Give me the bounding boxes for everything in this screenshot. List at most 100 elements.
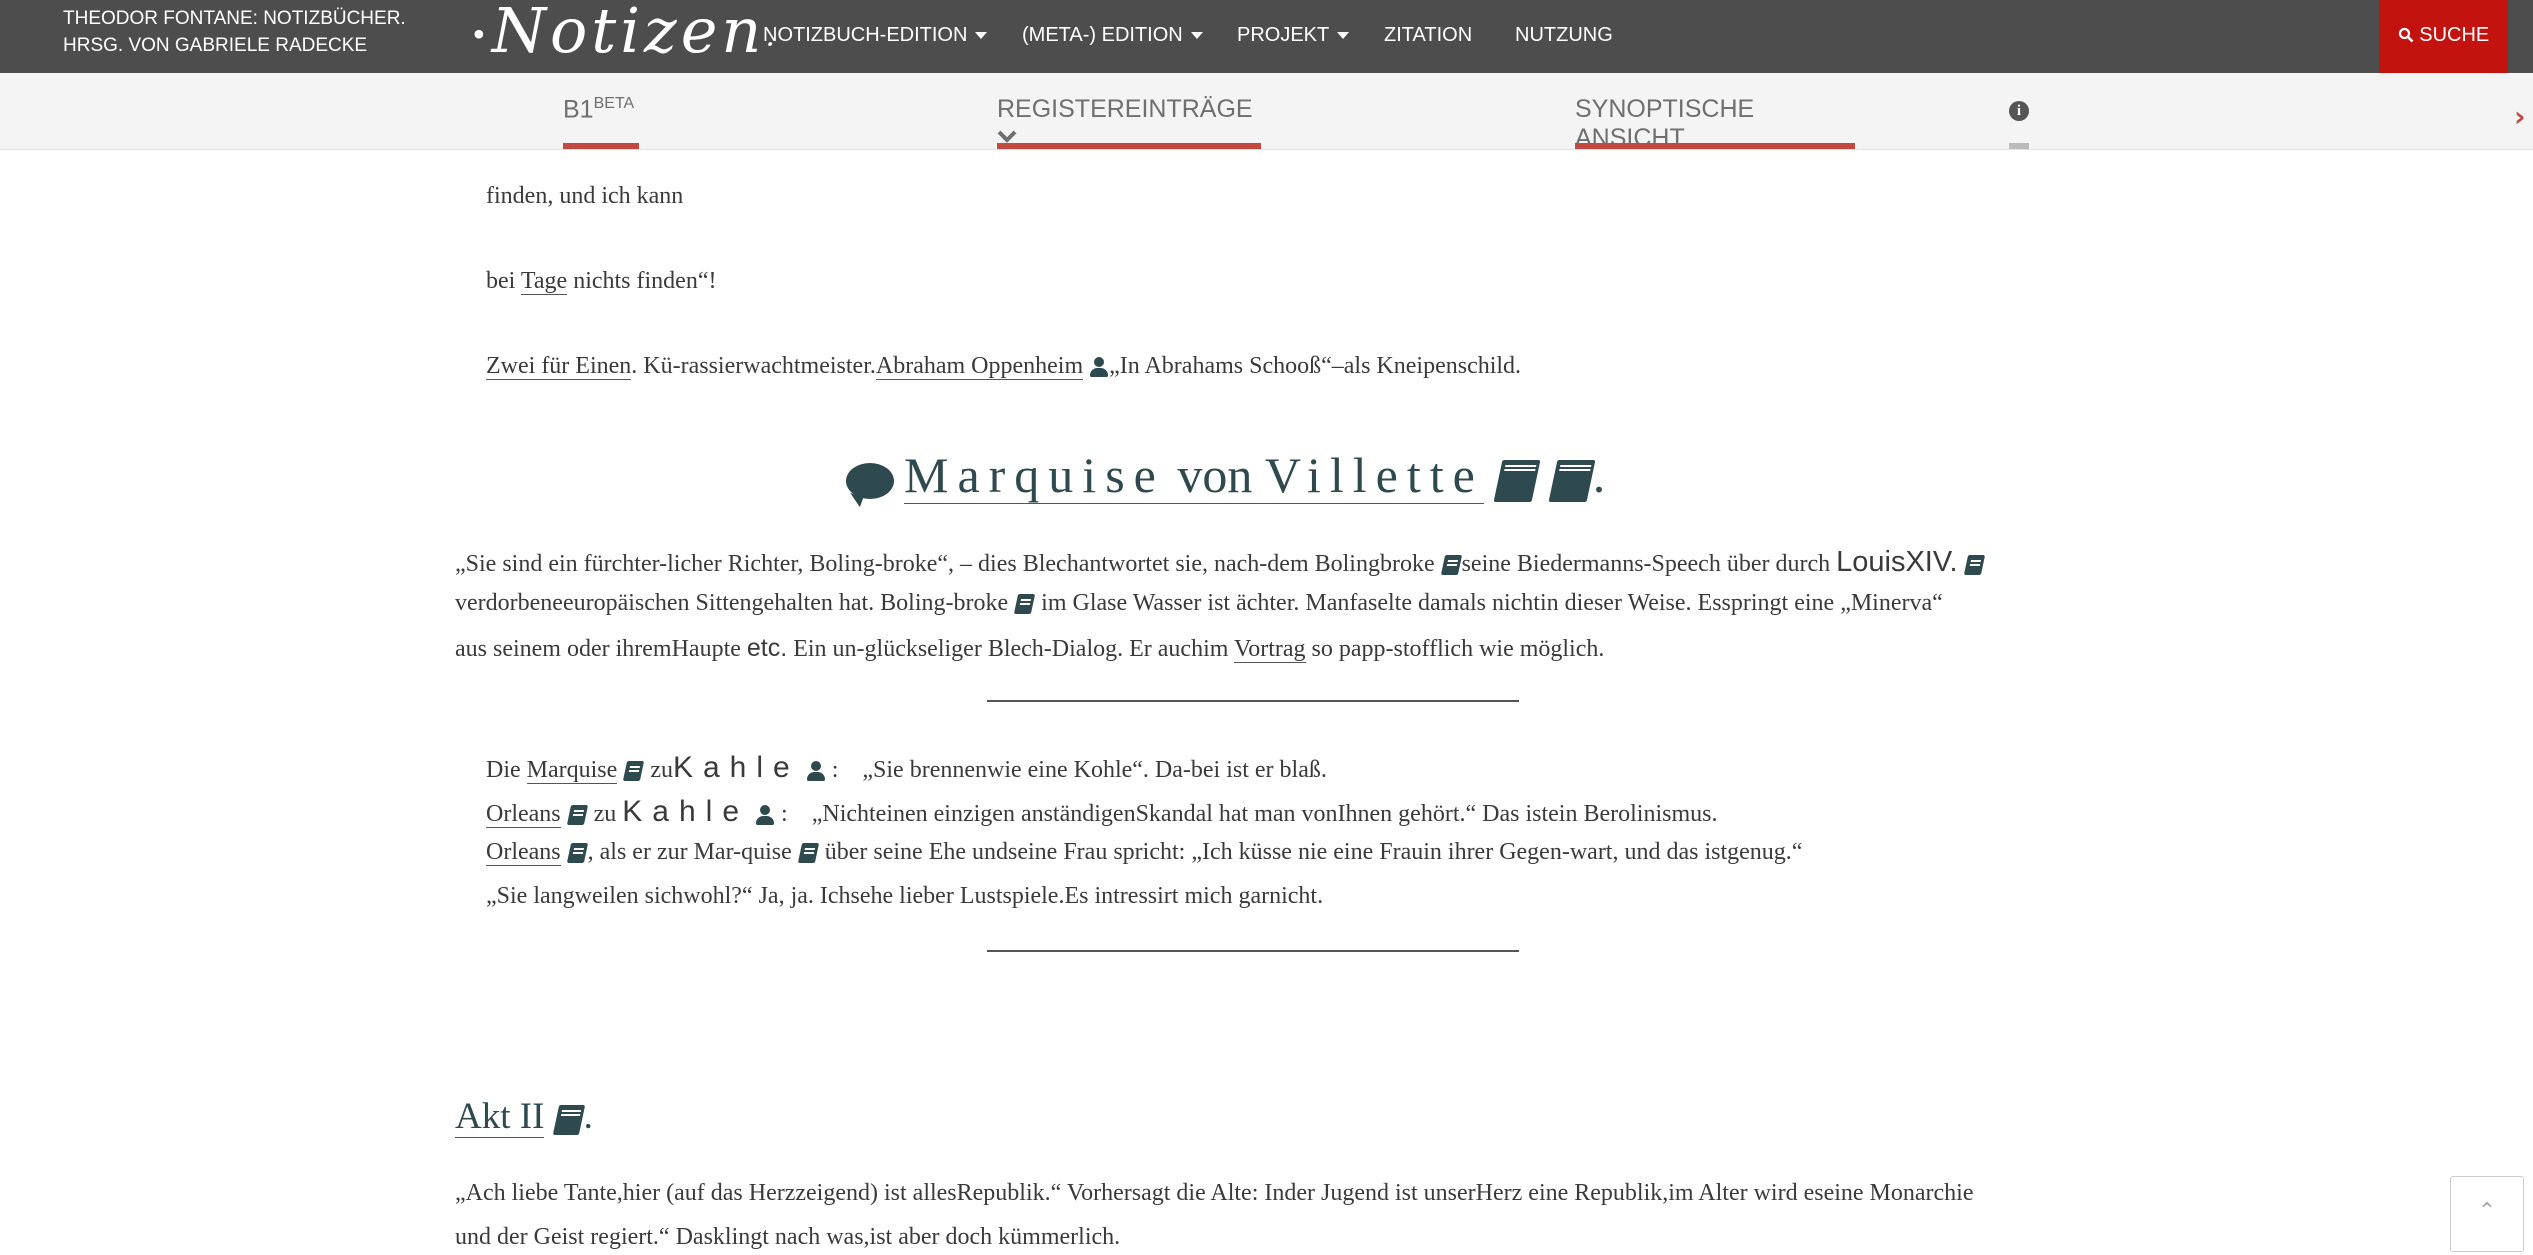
text-fragment: verdorbeneeuropäischen Sittengehalten ha…: [455, 590, 1009, 616]
search-button[interactable]: SUCHE: [2379, 0, 2508, 73]
text-fragment: „Sie brennenwie eine Kohle“. Da-bei ist …: [862, 757, 1327, 783]
info-icon[interactable]: i: [2009, 101, 2029, 121]
text-line: Zwei für Einen. Kü-rassierwachtmeister.A…: [486, 353, 1521, 380]
book-icon[interactable]: [623, 761, 645, 782]
text-fragment: , als er zur Mar-quise: [587, 839, 792, 865]
text-fragment: bei: [486, 268, 521, 294]
text-line: finden, und ich kann: [486, 183, 684, 209]
text-line: „Sie sind ein fürchter-licher Richter, B…: [455, 546, 1985, 579]
text-fragment: etc.: [746, 634, 788, 662]
search-icon: [2398, 27, 2414, 43]
caret-down-icon: [975, 32, 988, 40]
text-fragment: über seine Ehe undseine Frau spricht: „I…: [824, 839, 1803, 865]
speaker-name: Kahle: [672, 751, 800, 784]
dialog-line: Orleans zu Kahle : „Nichteinen einzigen …: [486, 795, 1717, 829]
text-fragment: LouisXIV.: [1836, 546, 1958, 578]
logo-text: Notizen: [491, 0, 766, 67]
text-fragment: aus seinem oder ihremHaupte: [455, 636, 741, 662]
nav-label: NUTZUNG: [1515, 24, 1613, 46]
book-icon[interactable]: [1548, 459, 1596, 502]
tab-synoptische-ansicht[interactable]: SYNOPTISCHE ANSICHT: [1575, 73, 1855, 152]
dialog-line: Die Marquise zuKahle : „Sie brennenwie e…: [486, 751, 1327, 785]
dialog-line: „Sie langweilen sichwohl?“ Ja, ja. Ichse…: [486, 883, 1324, 909]
book-icon[interactable]: [1493, 459, 1541, 502]
register-link-akt-ii[interactable]: Akt II: [455, 1096, 545, 1138]
divider: [987, 950, 1519, 952]
nav-label: (META-) EDITION: [1022, 24, 1183, 46]
text-fragment: so papp-stofflich wie möglich.: [1311, 636, 1605, 662]
info-tab-underline: [2009, 143, 2029, 149]
nav-notizbuch-edition[interactable]: NOTIZBUCH-EDITION: [763, 0, 988, 73]
text-fragment: im Glase Wasser ist ächter. Manfaselte d…: [1041, 590, 1943, 616]
book-icon[interactable]: [552, 1104, 585, 1135]
speaker-name: Kahle: [622, 795, 750, 828]
nav-zitation[interactable]: ZITATION: [1384, 0, 1472, 73]
nav-label: NOTIZBUCH-EDITION: [763, 24, 968, 46]
text-line: verdorbeneeuropäischen Sittengehalten ha…: [455, 590, 1943, 617]
logo-dot: •: [470, 18, 492, 54]
comment-icon[interactable]: [846, 462, 894, 499]
nav-label: PROJEKT: [1237, 24, 1330, 46]
text-line: „Ach liebe Tante,hier (auf das Herzzeige…: [455, 1180, 1974, 1206]
heading-end: .: [583, 1096, 593, 1137]
nav-nutzung[interactable]: NUTZUNG: [1515, 0, 1613, 73]
chevron-up-icon: ⌃: [2477, 1199, 2497, 1224]
heading-word: von: [1177, 447, 1253, 503]
text-fragment: :: [781, 801, 788, 827]
caret-down-icon: [1190, 32, 1203, 40]
scroll-to-top-button[interactable]: ⌃: [2450, 1176, 2524, 1252]
nav-projekt[interactable]: PROJEKT: [1237, 0, 1350, 73]
register-link-marquise[interactable]: Marquise: [526, 757, 618, 784]
person-icon[interactable]: [755, 804, 775, 826]
text-fragment: seine Biedermanns-Speech über durch: [1461, 551, 1831, 577]
text-fragment: zu: [593, 801, 617, 827]
brand-line-2: HRSG. VON GABRIELE RADECKE: [63, 35, 368, 56]
text-fragment: nichts finden“!: [567, 268, 717, 294]
book-icon[interactable]: [1014, 594, 1036, 615]
brand-line-1: THEODOR FONTANE: NOTIZBÜCHER.: [63, 8, 406, 29]
chevron-down-icon: [997, 130, 1017, 143]
book-icon[interactable]: [1440, 555, 1462, 576]
heading-word: Marquise: [904, 447, 1165, 503]
text-fragment: Die: [486, 757, 521, 783]
heading-end: .: [1592, 447, 1606, 503]
brand-title[interactable]: THEODOR FONTANE: NOTIZBÜCHER. HRSG. VON …: [63, 5, 406, 59]
text-fragment: „Nichteinen einzigen anständigenSkandal …: [811, 801, 1718, 827]
text-fragment: „In Abrahams Schooß“–als Kneipenschild.: [1109, 353, 1522, 379]
tab-registereintraege[interactable]: REGISTEREINTRÄGE: [997, 73, 1261, 149]
tab-label: REGISTEREINTRÄGE: [997, 95, 1253, 123]
book-icon[interactable]: [797, 843, 819, 864]
text-line: aus seinem oder ihremHaupte etc. Ein un-…: [455, 634, 1604, 663]
register-link-tage[interactable]: Tage: [520, 268, 568, 295]
text-fragment: „Sie sind ein fürchter-licher Richter, B…: [455, 551, 1435, 577]
book-icon[interactable]: [566, 843, 588, 864]
tab-label: B1: [563, 95, 594, 124]
tab-underline: [997, 143, 1261, 149]
text-fragment: . Kü-rassierwachtmeister.: [631, 353, 876, 379]
tab-underline: [1575, 143, 1855, 149]
book-icon[interactable]: [1963, 555, 1985, 576]
divider: [987, 700, 1519, 702]
tab-b1[interactable]: B1BETA: [563, 73, 639, 149]
text-line: und der Geist regiert.“ Dasklingt nach w…: [455, 1224, 1121, 1250]
register-link-vortrag[interactable]: Vortrag: [1233, 636, 1306, 663]
search-label: SUCHE: [2419, 24, 2490, 46]
register-link-orleans[interactable]: Orleans: [486, 801, 561, 828]
dialog-line: Orleans , als er zur Mar-quise über sein…: [486, 839, 1802, 866]
book-icon[interactable]: [566, 805, 588, 826]
nav-meta-edition[interactable]: (META-) EDITION: [1022, 0, 1203, 73]
chevron-right-icon[interactable]: ›: [2514, 100, 2526, 133]
text-fragment: :: [831, 757, 839, 783]
tab-beta-badge: BETA: [593, 95, 635, 112]
heading-link[interactable]: Marquise von Villette: [904, 447, 1484, 504]
text-line: bei Tage nichts finden“!: [486, 268, 716, 295]
register-link-zwei-fuer-einen[interactable]: Zwei für Einen: [486, 353, 632, 380]
notizen-logo[interactable]: •Notizen.: [470, 0, 779, 67]
act-heading: Akt II .: [455, 1095, 593, 1138]
person-icon[interactable]: [806, 760, 826, 782]
register-link-orleans[interactable]: Orleans: [486, 839, 561, 866]
heading-word: Villette: [1264, 447, 1484, 503]
register-link-abraham-oppenheim[interactable]: Abraham Oppenheim: [875, 353, 1084, 380]
nav-label: ZITATION: [1384, 24, 1473, 46]
caret-down-icon: [1337, 32, 1350, 40]
